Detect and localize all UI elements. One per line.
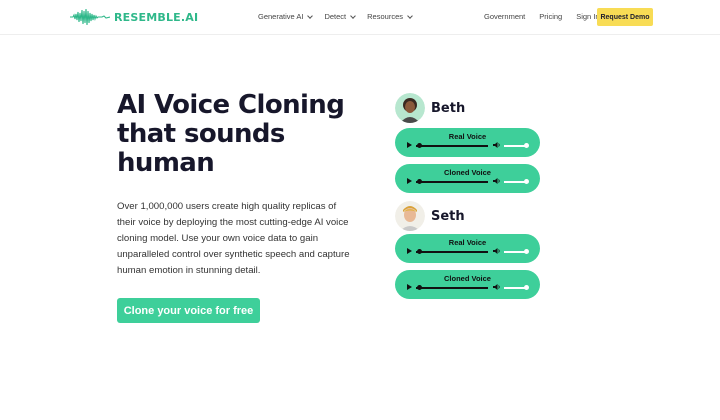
brand-logo[interactable]: RESEMBLE.AI [70, 8, 198, 26]
play-icon[interactable] [407, 142, 412, 148]
secondary-links: Government Pricing Sign In [484, 12, 600, 21]
play-icon[interactable] [407, 178, 412, 184]
menu-detect[interactable]: Detect [324, 12, 356, 21]
hero-title-line: that sounds [117, 119, 285, 149]
speaker-name: Seth [431, 208, 465, 224]
hero-description: Over 1,000,000 users create high quality… [117, 201, 350, 276]
player-label: Real Voice [448, 238, 487, 247]
brand-name: RESEMBLE.AI [114, 10, 199, 24]
progress-track[interactable] [416, 251, 488, 253]
waveform-icon [70, 8, 110, 26]
volume-handle[interactable] [524, 143, 529, 148]
chevron-down-icon [307, 12, 314, 19]
menu-resources[interactable]: Resources [367, 12, 413, 21]
play-icon[interactable] [407, 284, 412, 290]
progress-track[interactable] [416, 287, 488, 289]
audio-player-beth-cloned: Cloned Voice [395, 164, 540, 193]
menu-label: Detect [324, 12, 347, 21]
player-label: Cloned Voice [444, 274, 491, 283]
progress-handle[interactable] [417, 285, 422, 290]
audio-player-seth-real: Real Voice [395, 234, 540, 263]
audio-player-beth-real: Real Voice [395, 128, 540, 157]
menu-generative-ai[interactable]: Generative AI [258, 12, 314, 21]
link-government[interactable]: Government [484, 12, 525, 21]
volume-handle[interactable] [524, 285, 529, 290]
main-menu: Generative AI Detect Resources [258, 12, 413, 21]
speaker-beth: Beth [395, 93, 465, 123]
progress-track[interactable] [416, 181, 488, 183]
volume-handle[interactable] [524, 249, 529, 254]
request-demo-button[interactable]: Request Demo [597, 8, 653, 26]
menu-label: Resources [367, 12, 403, 21]
speaker-seth: Seth [395, 201, 465, 231]
progress-handle[interactable] [417, 143, 422, 148]
clone-voice-button[interactable]: Clone your voice for free [117, 298, 260, 323]
speaker-name: Beth [431, 100, 466, 116]
chevron-down-icon [407, 12, 413, 19]
progress-handle[interactable] [417, 249, 422, 254]
progress-track[interactable] [416, 145, 488, 147]
player-label: Cloned Voice [444, 168, 491, 177]
audio-player-seth-cloned: Cloned Voice [395, 270, 540, 299]
chevron-down-icon [350, 12, 356, 19]
volume-icon[interactable] [493, 283, 501, 291]
volume-handle[interactable] [524, 179, 529, 184]
play-icon[interactable] [407, 248, 412, 254]
menu-label: Generative AI [258, 12, 304, 21]
top-navigation: RESEMBLE.AI Generative AI Detect Resourc… [0, 0, 720, 35]
progress-handle[interactable] [417, 179, 422, 184]
hero-title-line: human [117, 148, 215, 178]
avatar [395, 201, 425, 231]
link-pricing[interactable]: Pricing [539, 12, 562, 21]
player-label: Real Voice [448, 132, 487, 141]
volume-icon[interactable] [493, 177, 501, 185]
volume-icon[interactable] [493, 247, 501, 255]
avatar [395, 93, 425, 123]
hero-title: AI Voice Cloning that sounds human [117, 91, 357, 178]
volume-icon[interactable] [493, 141, 501, 149]
hero-title-line: AI Voice Cloning [117, 90, 345, 120]
